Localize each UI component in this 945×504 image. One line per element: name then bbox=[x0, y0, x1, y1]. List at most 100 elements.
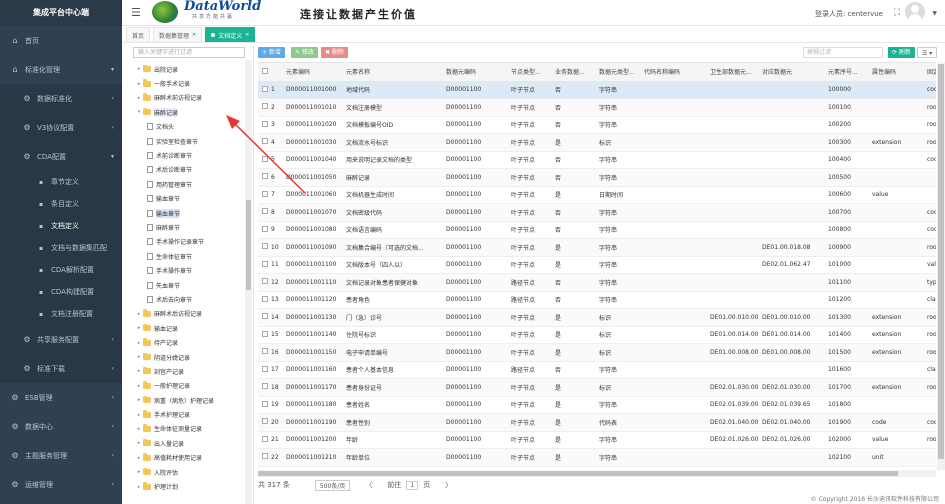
caret-right-icon[interactable]: ▸ bbox=[135, 95, 143, 101]
prev-page-button[interactable]: 〈 bbox=[365, 480, 372, 490]
table-row[interactable]: 17 D000011001160 患者个人基本信息 D00001100 路径节点否字符串… bbox=[258, 361, 936, 379]
delete-button[interactable]: ✖ 删除 bbox=[321, 47, 348, 58]
grid-vscroll-thumb[interactable] bbox=[938, 64, 944, 459]
caret-right-icon[interactable]: ▸ bbox=[135, 397, 143, 403]
row-checkbox[interactable] bbox=[262, 225, 268, 232]
row-checkbox[interactable] bbox=[262, 330, 268, 337]
table-row[interactable]: 4 D000011001030 文档流水号标识 D00001100 叶子节点是标识 100… bbox=[258, 133, 936, 152]
row-checkbox[interactable] bbox=[262, 173, 268, 180]
table-row[interactable]: 20 D000011001190 患者性别 D00001100 叶子节点是代码表 DE02… bbox=[258, 413, 936, 432]
row-checkbox[interactable] bbox=[262, 365, 268, 372]
tree-node[interactable]: ▸ 待产记录 bbox=[133, 335, 253, 349]
row-checkbox[interactable] bbox=[262, 418, 268, 425]
tree-node[interactable]: ▸ 麻醉术后访视记录 bbox=[133, 307, 253, 321]
table-row[interactable]: 5 D000011001040 用来说明记录文档的类型 D00001100 叶子节点否字… bbox=[258, 151, 936, 169]
grid-horizontal-scrollbar[interactable] bbox=[258, 470, 936, 477]
table-row[interactable]: 9 D000011001080 文档语言编码 D00001100 叶子节点否字符串 100… bbox=[258, 221, 936, 239]
tree-node[interactable]: 实验室检查章节 bbox=[133, 134, 253, 148]
column-header[interactable]: 元素编码 bbox=[283, 63, 343, 82]
tree-scrollbar[interactable] bbox=[245, 60, 252, 504]
sidebar-item[interactable]: ⌂ 首页 bbox=[0, 26, 122, 55]
table-row[interactable]: 22 D000011001210 年龄单位 D00001100 叶子节点是字符串 1021… bbox=[258, 448, 936, 467]
caret-right-icon[interactable]: ▸ bbox=[135, 311, 143, 317]
avatar[interactable] bbox=[905, 2, 925, 22]
tree-node[interactable]: ▸ 入院评估 bbox=[133, 465, 253, 479]
column-header[interactable]: 元素序号... bbox=[825, 63, 869, 82]
refresh-button[interactable]: ⟳ 刷新 bbox=[888, 47, 915, 58]
column-header[interactable]: 业务数据... bbox=[552, 63, 596, 82]
tree-node[interactable]: ▸ 手术护理记录 bbox=[133, 407, 253, 421]
row-checkbox-cell[interactable] bbox=[258, 378, 268, 397]
tree-node[interactable]: 麻醉章节 bbox=[133, 220, 253, 234]
row-checkbox-cell[interactable] bbox=[258, 343, 268, 362]
tree-node[interactable]: ▾ 麻醉记录 bbox=[133, 105, 253, 119]
tree-node[interactable]: ▸ 出入量记录 bbox=[133, 436, 253, 450]
sidebar-item[interactable]: ⚙ ESB管理 ‹ bbox=[0, 383, 122, 412]
row-checkbox[interactable] bbox=[262, 295, 268, 302]
row-checkbox[interactable] bbox=[262, 155, 268, 162]
table-row[interactable]: 15 D000011001140 住院号标识 D00001100 叶子节点是标识 DE01… bbox=[258, 326, 936, 344]
sidebar-item[interactable]: ▪ 文档与数据集匹配 bbox=[0, 237, 122, 259]
table-row[interactable]: 1 D000011001000 地域代码 D00001100 叶子节点否字符串 10000… bbox=[258, 81, 936, 99]
sidebar-item[interactable]: ▪ CDA构建配置 bbox=[0, 281, 122, 303]
table-row[interactable]: 2 D000011001010 文档注册模型 D00001100 叶子节点否字符串 100… bbox=[258, 98, 936, 117]
page-tab[interactable]: 文档定义 ✕ bbox=[205, 27, 256, 42]
tree-node[interactable]: 手术操作章节 bbox=[133, 263, 253, 277]
tree-node[interactable]: ▸ 一般护理记录 bbox=[133, 379, 253, 393]
add-button[interactable]: + 新增 bbox=[258, 47, 285, 58]
row-checkbox-cell[interactable] bbox=[258, 203, 268, 222]
row-checkbox[interactable] bbox=[262, 278, 268, 285]
row-checkbox[interactable] bbox=[262, 103, 268, 110]
row-checkbox[interactable] bbox=[262, 453, 268, 460]
sidebar-item[interactable]: ⚙其它管理‹ bbox=[0, 499, 122, 504]
sidebar-item[interactable]: ▪ 文档定义 bbox=[0, 215, 122, 237]
column-header[interactable]: 对应数据元 bbox=[759, 63, 825, 82]
columns-button[interactable]: ☰ ▾ bbox=[917, 47, 938, 58]
row-checkbox[interactable] bbox=[262, 348, 268, 355]
table-row[interactable]: 14 D000011001130 门（急）诊号 D00001100 叶子节点是标识 DE0… bbox=[258, 308, 936, 327]
page-size-select[interactable]: 500条/页 bbox=[314, 479, 351, 491]
tree-node[interactable]: ▸ 生命体征测量记录 bbox=[133, 422, 253, 436]
caret-right-icon[interactable]: ▸ bbox=[135, 455, 143, 461]
table-row[interactable]: 18 D000011001170 患者身份证号 D00001100 叶子节点是标识 DE0… bbox=[258, 378, 936, 397]
tree-node[interactable]: 失血章节 bbox=[133, 278, 253, 292]
column-header[interactable]: 元素名称 bbox=[343, 63, 443, 82]
row-checkbox[interactable] bbox=[262, 138, 268, 145]
caret-down-icon[interactable]: ▾ bbox=[135, 109, 143, 115]
caret-right-icon[interactable]: ▸ bbox=[135, 484, 143, 490]
table-row[interactable]: 12 D000011001110 文档记录对象患者保健对象 D00001100 路径节点… bbox=[258, 273, 936, 292]
sidebar-item[interactable]: ▪ 文档注册配置 bbox=[0, 303, 122, 325]
table-row[interactable]: 13 D000011001120 患者角色 D00001100 路径节点否字符串 1012… bbox=[258, 291, 936, 309]
sidebar-item[interactable]: ⚙ 标准下载 ‹ bbox=[0, 354, 122, 383]
caret-right-icon[interactable]: ▸ bbox=[135, 354, 143, 360]
tree-node[interactable]: 术前诊断章节 bbox=[133, 148, 253, 162]
table-row[interactable]: 8 D000011001070 文档密级代码 D00001100 叶子节点否字符串 100… bbox=[258, 203, 936, 222]
row-checkbox-cell[interactable] bbox=[258, 151, 268, 169]
chevron-down-icon[interactable]: ▼ bbox=[932, 10, 937, 17]
page-input[interactable]: 1 bbox=[406, 480, 419, 490]
row-checkbox[interactable] bbox=[262, 435, 268, 442]
row-checkbox-cell[interactable] bbox=[258, 431, 268, 449]
row-checkbox-cell[interactable] bbox=[258, 81, 268, 99]
tree-node[interactable]: ▸ 护理计划 bbox=[133, 479, 253, 493]
close-icon[interactable]: ✕ bbox=[245, 32, 249, 38]
caret-right-icon[interactable]: ▸ bbox=[135, 426, 143, 432]
tree-node[interactable]: 术后诊断章节 bbox=[133, 163, 253, 177]
sidebar-item[interactable]: ⚙ 共享服务配置 ‹ bbox=[0, 325, 122, 354]
tree-node[interactable]: 输血章节 bbox=[133, 192, 253, 206]
table-row[interactable]: 10 D000011001090 文档集合编号（可选的文档... D00001100 叶… bbox=[258, 238, 936, 257]
row-checkbox[interactable] bbox=[262, 383, 268, 390]
column-header[interactable]: 卫生部数据元... bbox=[707, 63, 759, 82]
column-header[interactable]: 数据元类型... bbox=[596, 63, 641, 82]
tree-node[interactable]: 用药管理章节 bbox=[133, 177, 253, 191]
caret-right-icon[interactable]: ▸ bbox=[135, 383, 143, 389]
tree-node[interactable]: ▸ 输血记录 bbox=[133, 321, 253, 335]
tree-node[interactable]: ▸ 一般手术记录 bbox=[133, 76, 253, 90]
row-checkbox[interactable] bbox=[262, 400, 268, 407]
tree-node[interactable]: 输血章节 bbox=[133, 206, 253, 220]
table-row[interactable]: 3 D000011001020 文档模板编号OID D00001100 叶子节点否字符串… bbox=[258, 116, 936, 134]
sidebar-item[interactable]: ▪ 条目定义 bbox=[0, 193, 122, 215]
tree-node[interactable]: ▸ 剖宫产记录 bbox=[133, 364, 253, 378]
column-header[interactable]: 代码名称编码 bbox=[641, 63, 707, 82]
row-checkbox-cell[interactable] bbox=[258, 98, 268, 117]
